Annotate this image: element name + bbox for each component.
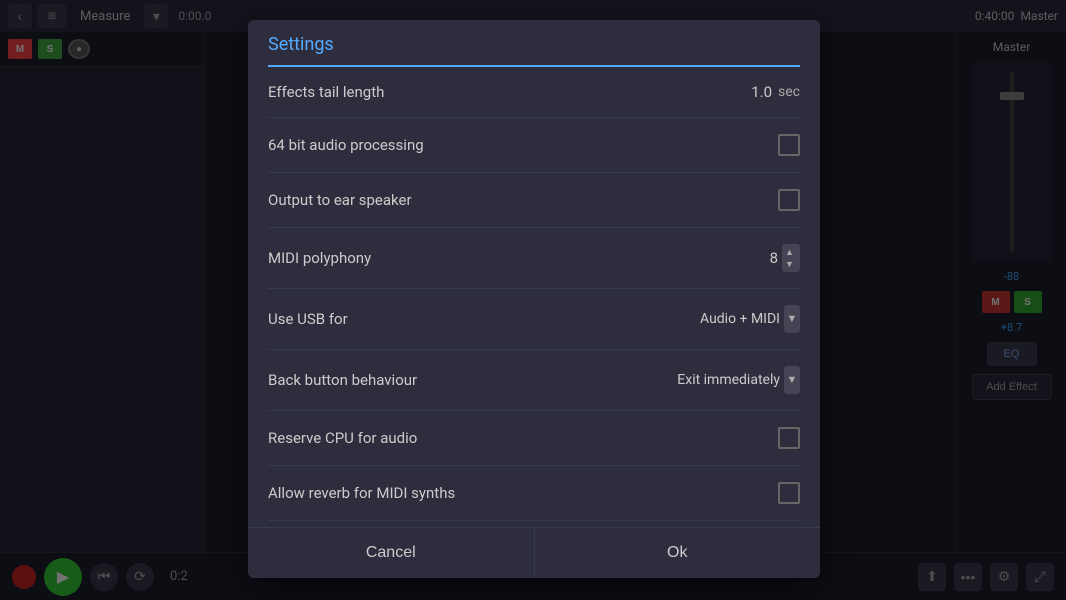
- effects-tail-unit: sec: [778, 84, 800, 100]
- dialog-footer: Cancel Ok: [248, 527, 820, 578]
- midi-poly-label: MIDI polyphony: [268, 249, 371, 267]
- ear-speaker-label: Output to ear speaker: [268, 191, 412, 209]
- back-button-arrow[interactable]: ▼: [784, 366, 800, 394]
- midi-poly-spinner[interactable]: ▲ ▼: [782, 244, 800, 272]
- setting-row-back-button: Back button behaviour Exit immediately ▼: [268, 350, 800, 411]
- cpu-checkbox[interactable]: [778, 427, 800, 449]
- setting-row-64bit: 64 bit audio processing: [268, 118, 800, 173]
- dialog-title: Settings: [268, 34, 800, 55]
- setting-row-reverb: Allow reverb for MIDI synths: [268, 466, 800, 521]
- usb-dropdown-value: Audio + MIDI: [700, 311, 780, 327]
- effects-tail-control: 1.0 sec: [732, 83, 800, 101]
- dialog-body: Effects tail length 1.0 sec 64 bit audio…: [248, 67, 820, 527]
- midi-poly-value: 8: [748, 249, 778, 267]
- 64bit-control: [778, 134, 800, 156]
- effects-tail-value: 1.0: [732, 83, 772, 101]
- dialog-header: Settings: [248, 20, 820, 67]
- effects-tail-label: Effects tail length: [268, 83, 384, 101]
- ear-speaker-checkbox[interactable]: [778, 189, 800, 211]
- cpu-control: [778, 427, 800, 449]
- usb-control: Audio + MIDI ▼: [700, 305, 800, 333]
- midi-poly-control: 8 ▲ ▼: [748, 244, 800, 272]
- setting-row-cpu: Reserve CPU for audio: [268, 411, 800, 466]
- 64bit-label: 64 bit audio processing: [268, 136, 424, 154]
- usb-label: Use USB for: [268, 310, 348, 328]
- reverb-label: Allow reverb for MIDI synths: [268, 484, 455, 502]
- back-button-value: Exit immediately: [677, 372, 780, 388]
- settings-dialog: Settings Effects tail length 1.0 sec 64 …: [248, 20, 820, 578]
- cpu-label: Reserve CPU for audio: [268, 429, 417, 447]
- back-button-control: Exit immediately ▼: [677, 366, 800, 394]
- setting-row-midi-poly: MIDI polyphony 8 ▲ ▼: [268, 228, 800, 289]
- cancel-button[interactable]: Cancel: [248, 528, 535, 578]
- ear-speaker-control: [778, 189, 800, 211]
- ok-button[interactable]: Ok: [535, 528, 821, 578]
- reverb-control: [778, 482, 800, 504]
- midi-value-row: 8 ▲ ▼: [748, 244, 800, 272]
- setting-row-usb: Use USB for Audio + MIDI ▼: [268, 289, 800, 350]
- reverb-checkbox[interactable]: [778, 482, 800, 504]
- 64bit-checkbox[interactable]: [778, 134, 800, 156]
- setting-row-ear-speaker: Output to ear speaker: [268, 173, 800, 228]
- back-button-label: Back button behaviour: [268, 371, 417, 389]
- setting-row-effects-tail: Effects tail length 1.0 sec: [268, 67, 800, 118]
- usb-dropdown-arrow[interactable]: ▼: [784, 305, 800, 333]
